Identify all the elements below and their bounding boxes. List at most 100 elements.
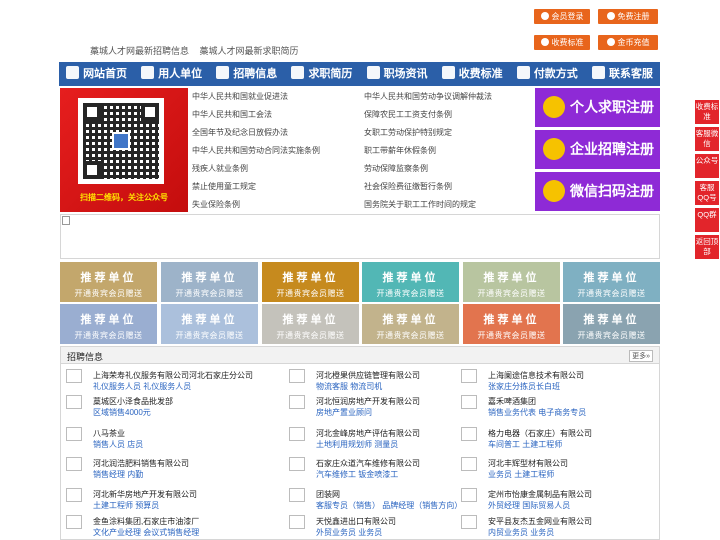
job-item[interactable]: 团装网 客服专员（销售） 品牌经理（销售方向）	[289, 486, 485, 510]
job-positions[interactable]: 房地产置业顾问	[316, 407, 372, 418]
job-positions[interactable]: 外贸经理 国际贸易人员	[488, 500, 570, 511]
promo-tile[interactable]: 推荐单位 开通贵宾会员赠送	[262, 262, 359, 302]
job-positions[interactable]: 业务员 土建工程师	[488, 469, 554, 480]
law-link[interactable]: 职工带薪年休假条例	[364, 145, 436, 156]
company-name[interactable]: 定州市怡康金属制品有限公司	[488, 489, 592, 500]
law-link[interactable]: 保障农民工工资支付条例	[364, 109, 452, 120]
company-name[interactable]: 石家庄众道汽车维修有限公司	[316, 458, 420, 469]
wide-banner-ad[interactable]	[60, 214, 660, 259]
side-qq-group[interactable]: QQ群	[695, 208, 719, 232]
nav-home[interactable]: 网站首页	[59, 62, 134, 86]
job-item[interactable]: 河北新华房地产开发有限公司 土建工程师 预算员	[66, 486, 262, 510]
promo-tile[interactable]: 推荐单位 开通贵宾会员赠送	[161, 304, 258, 344]
side-fee-standard[interactable]: 收费标准	[695, 100, 719, 124]
job-item[interactable]: 上海荣寿礼仪服务有限公司河北石家庄分公司 礼仪服务人员 礼仪服务人员	[66, 367, 262, 391]
job-positions[interactable]: 礼仪服务人员 礼仪服务人员	[93, 381, 191, 392]
job-positions[interactable]: 张家庄分拣员长白班	[488, 381, 560, 392]
law-link[interactable]: 失业保险条例	[192, 199, 240, 210]
company-name[interactable]: 河北丰辉型材有限公司	[488, 458, 568, 469]
job-positions[interactable]: 销售人员 店员	[93, 439, 143, 450]
promo-tile[interactable]: 推荐单位 开通贵宾会员赠送	[60, 304, 157, 344]
job-positions[interactable]: 销售业务代表 电子商务专员	[488, 407, 586, 418]
promo-tile[interactable]: 推荐单位 开通贵宾会员赠送	[262, 304, 359, 344]
law-link[interactable]: 全国年节及纪念日放假办法	[192, 127, 288, 138]
company-name[interactable]: 八马茶业	[93, 428, 125, 439]
job-item[interactable]: 八马茶业 销售人员 店员	[66, 425, 262, 449]
job-positions[interactable]: 区域销售4000元	[93, 407, 151, 418]
wechat-register-button[interactable]: 微信扫码注册	[535, 172, 660, 211]
law-link[interactable]: 禁止使用童工规定	[192, 181, 256, 192]
jobseeker-register-button[interactable]: 个人求职注册	[535, 88, 660, 127]
law-link[interactable]: 中华人民共和国就业促进法	[192, 91, 288, 102]
company-name[interactable]: 河北恒润房地产开发有限公司	[316, 396, 420, 407]
job-positions[interactable]: 物流客服 物流司机	[316, 381, 382, 392]
job-positions[interactable]: 车间普工 土建工程师	[488, 439, 562, 450]
job-item[interactable]: 河北丰辉型材有限公司 业务员 土建工程师	[461, 455, 657, 479]
law-link[interactable]: 中华人民共和国工会法	[192, 109, 272, 120]
company-name[interactable]: 安平县友杰五金网业有限公司	[488, 516, 592, 527]
job-positions[interactable]: 客服专员（销售） 品牌经理（销售方向）	[316, 500, 462, 511]
company-name[interactable]: 上海阑途信息技术有限公司	[488, 370, 584, 381]
job-item[interactable]: 河北橙果供应链管理有限公司 物流客服 物流司机	[289, 367, 485, 391]
promo-tile[interactable]: 推荐单位 开通贵宾会员赠送	[463, 304, 560, 344]
side-official-account[interactable]: 公众号	[695, 154, 719, 178]
law-link[interactable]: 国务院关于职工工作时间的规定	[364, 199, 476, 210]
company-name[interactable]: 嘉禾啤酒集团	[488, 396, 536, 407]
company-name[interactable]: 河北金峰房地产评估有限公司	[316, 428, 420, 439]
promo-tile[interactable]: 推荐单位 开通贵宾会员赠送	[362, 304, 459, 344]
side-service-qq[interactable]: 客服QQ号	[695, 181, 719, 205]
company-name[interactable]: 天悦鑫进出口有限公司	[316, 516, 396, 527]
law-link[interactable]: 劳动保障监察条例	[364, 163, 428, 174]
law-link[interactable]: 残疾人就业条例	[192, 163, 248, 174]
company-name[interactable]: 河北橙果供应链管理有限公司	[316, 370, 420, 381]
company-name[interactable]: 金鱼涂料集团,石家庄市油漆厂	[93, 516, 199, 527]
nav-employers[interactable]: 用人单位	[134, 62, 209, 86]
job-item[interactable]: 河北恒润房地产开发有限公司 房地产置业顾问	[289, 393, 485, 417]
side-service-wechat[interactable]: 客服微信	[695, 127, 719, 151]
job-item[interactable]: 河北金峰房地产评估有限公司 土地利用规划师 测量员	[289, 425, 485, 449]
job-positions[interactable]: 内贸业务员 业务员	[488, 527, 554, 538]
promo-tile[interactable]: 推荐单位 开通贵宾会员赠送	[563, 304, 660, 344]
company-name[interactable]: 河北新华房地产开发有限公司	[93, 489, 197, 500]
job-item[interactable]: 天悦鑫进出口有限公司 外贸业务员 业务员	[289, 513, 485, 537]
employer-register-button[interactable]: 企业招聘注册	[535, 130, 660, 169]
side-back-to-top[interactable]: 返回顶部	[695, 235, 719, 259]
promo-tile[interactable]: 推荐单位 开通贵宾会员赠送	[463, 262, 560, 302]
recharge-button[interactable]: 金币充值	[598, 35, 658, 50]
more-link[interactable]: 更多»	[629, 350, 653, 362]
job-item[interactable]: 定州市怡康金属制品有限公司 外贸经理 国际贸易人员	[461, 486, 657, 510]
nav-jobs[interactable]: 招聘信息	[209, 62, 284, 86]
nav-news[interactable]: 职场资讯	[360, 62, 435, 86]
job-item[interactable]: 安平县友杰五金网业有限公司 内贸业务员 业务员	[461, 513, 657, 537]
promo-tile[interactable]: 推荐单位 开通贵宾会员赠送	[60, 262, 157, 302]
promo-tile[interactable]: 推荐单位 开通贵宾会员赠送	[161, 262, 258, 302]
register-button[interactable]: 免费注册	[598, 9, 658, 24]
law-link[interactable]: 社会保险费征缴暂行条例	[364, 181, 452, 192]
job-item[interactable]: 河北润浩肥料销售有限公司 销售经理 内勤	[66, 455, 262, 479]
promo-tile[interactable]: 推荐单位 开通贵宾会员赠送	[362, 262, 459, 302]
job-positions[interactable]: 销售经理 内勤	[93, 469, 143, 480]
company-name[interactable]: 上海荣寿礼仪服务有限公司河北石家庄分公司	[93, 370, 253, 381]
job-item[interactable]: 嘉禾啤酒集团 销售业务代表 电子商务专员	[461, 393, 657, 417]
promo-tile[interactable]: 推荐单位 开通贵宾会员赠送	[563, 262, 660, 302]
nav-payment[interactable]: 付款方式	[510, 62, 585, 86]
job-positions[interactable]: 土地利用规划师 测量员	[316, 439, 398, 450]
company-name[interactable]: 河北润浩肥料销售有限公司	[93, 458, 189, 469]
company-name[interactable]: 藁城区小泽食品批发部	[93, 396, 173, 407]
job-item[interactable]: 石家庄众道汽车维修有限公司 汽车维修工 钣金喷漆工	[289, 455, 485, 479]
company-name[interactable]: 格力电器（石家庄）有限公司	[488, 428, 592, 439]
job-item[interactable]: 格力电器（石家庄）有限公司 车间普工 土建工程师	[461, 425, 657, 449]
latest-jobs-link[interactable]: 藁城人才网最新招聘信息	[90, 46, 189, 56]
job-item[interactable]: 上海阑途信息技术有限公司 张家庄分拣员长白班	[461, 367, 657, 391]
job-item[interactable]: 藁城区小泽食品批发部 区域销售4000元	[66, 393, 262, 417]
law-link[interactable]: 女职工劳动保护特别规定	[364, 127, 452, 138]
law-link[interactable]: 中华人民共和国劳动争议调解仲裁法	[364, 91, 492, 102]
nav-fees[interactable]: 收费标准	[435, 62, 510, 86]
job-positions[interactable]: 汽车维修工 钣金喷漆工	[316, 469, 398, 480]
company-name[interactable]: 团装网	[316, 489, 340, 500]
job-positions[interactable]: 文化产业经理 会议式销售经理	[93, 527, 199, 538]
fee-standard-button[interactable]: 收费标准	[534, 35, 590, 50]
latest-resumes-link[interactable]: 藁城人才网最新求职简历	[200, 46, 299, 56]
nav-resumes[interactable]: 求职简历	[284, 62, 359, 86]
nav-contact[interactable]: 联系客服	[585, 62, 660, 86]
